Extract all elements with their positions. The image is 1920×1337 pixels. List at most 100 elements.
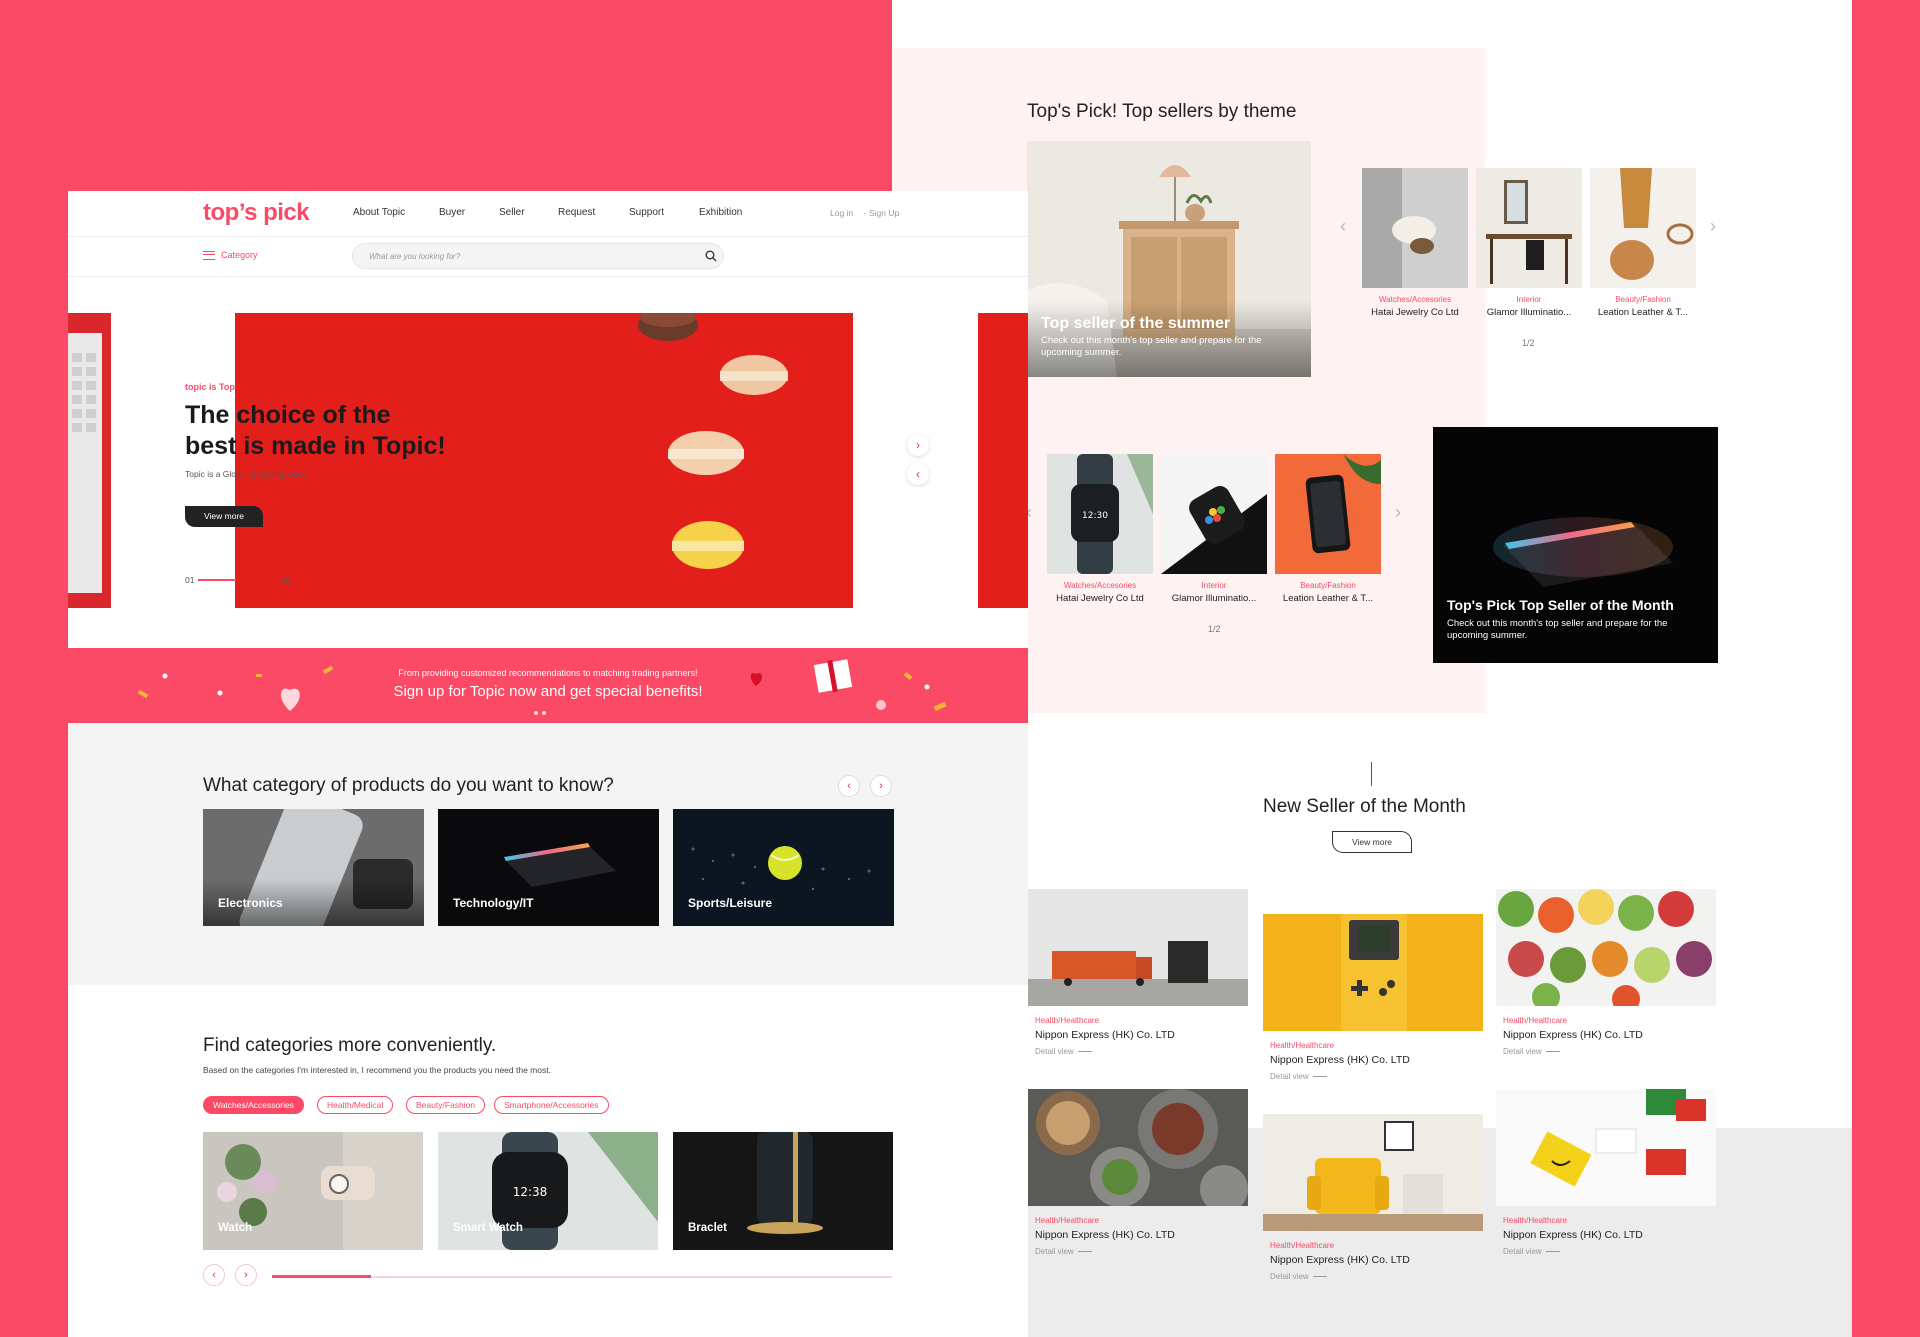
theme-card-category: Beauty/Fashion [1615, 295, 1671, 304]
chevron-left-icon[interactable]: ‹ [1340, 216, 1346, 237]
vegetables-image [1496, 889, 1716, 1006]
arrow-right-icon [1312, 1276, 1327, 1278]
promo-pagination [534, 711, 546, 715]
category-label: Category [221, 250, 258, 260]
category-section-title: What category of products do you want to… [203, 775, 614, 796]
seller-name: Nippon Express (HK) Co. LTD [1270, 1054, 1410, 1066]
hero-page-total: 03 [280, 575, 290, 585]
theme-card[interactable]: Interior Glamor Illuminatio... [1476, 168, 1582, 318]
category-menu-button[interactable]: Category [203, 250, 258, 260]
hero-headline-line-2: best is made in Topic! [185, 432, 446, 460]
seller-detail-link[interactable]: Detail view [1496, 1247, 1716, 1256]
category-section: What category of products do you want to… [68, 723, 1028, 985]
nav-request[interactable]: Request [558, 207, 595, 218]
seller-name: Nippon Express (HK) Co. LTD [1503, 1029, 1643, 1041]
category-label: Sports/Leisure [688, 896, 773, 910]
hero-headline-line-1: The choice of the [185, 401, 391, 429]
toy-blocks-image [1496, 1089, 1716, 1206]
product-card-smart-watch[interactable]: 12:38 Smart Watch [438, 1132, 658, 1250]
category-card-sports[interactable]: Sports/Leisure [673, 809, 894, 926]
seller-card[interactable]: Health/Healthcare Nippon Express (HK) Co… [1496, 889, 1716, 1056]
product-next-button[interactable]: › [235, 1264, 257, 1286]
seller-detail-link[interactable]: Detail view [1028, 1247, 1248, 1256]
product-slider-fill [272, 1275, 372, 1278]
seller-name: Nippon Express (HK) Co. LTD [1035, 1029, 1175, 1041]
hero-next-button[interactable]: › [907, 434, 929, 456]
theme-card-name: Glamor Illuminatio... [1486, 307, 1572, 318]
category-prev-button[interactable]: ‹ [838, 775, 860, 797]
theme-card[interactable]: 12:30 Watches/Accesories Hatai Jewelry C… [1047, 454, 1153, 604]
category-next-button[interactable]: › [870, 775, 892, 797]
feature-month-title: Top's Pick Top Seller of the Month [1447, 597, 1674, 613]
find-section-desc: Based on the categories I'm interested i… [203, 1065, 551, 1075]
login-link[interactable]: Log in [830, 208, 853, 218]
theme-card[interactable]: Beauty/Fashion Leation Leather & T... [1590, 168, 1696, 318]
feature-month-desc: Check out this month's top seller and pr… [1447, 618, 1668, 641]
signup-link[interactable]: Sign Up [869, 208, 899, 218]
theme-card-name: Leation Leather & T... [1282, 593, 1374, 604]
signup-promo-banner[interactable]: From providing customized recommendation… [68, 648, 1028, 723]
shoes-image [1362, 168, 1468, 288]
nav-about[interactable]: About Topic [353, 207, 405, 218]
product-label: Watch [218, 1222, 253, 1234]
hero-view-more-button[interactable]: View more [185, 506, 263, 527]
smartphone-image [1275, 454, 1381, 574]
tab-watches-accessories[interactable]: Watches/Accessories [203, 1096, 304, 1114]
seller-category: Health/Healthcare [1270, 1241, 1335, 1250]
feature-month-card[interactable]: Top's Pick Top Seller of the Month Check… [1433, 427, 1718, 663]
feature-summer-card[interactable]: Top seller of the summer Check out this … [1027, 141, 1311, 377]
tab-beauty-fashion[interactable]: Beauty/Fashion [406, 1096, 486, 1114]
seller-card[interactable]: Health/Healthcare Nippon Express (HK) Co… [1028, 1089, 1248, 1256]
chevron-right-icon[interactable]: › [1710, 216, 1716, 237]
category-card-electronics[interactable]: Electronics [203, 809, 424, 926]
theme-card[interactable]: Interior Glamor Illuminatio... [1161, 454, 1267, 604]
seller-detail-link[interactable]: Detail view [1028, 1047, 1248, 1056]
seller-category: Health/Healthcare [1035, 1216, 1100, 1225]
search-bar-row: Category [68, 237, 1028, 277]
theme-card[interactable]: Beauty/Fashion Leation Leather & T... [1275, 454, 1381, 604]
nav-exhibition[interactable]: Exhibition [699, 207, 742, 218]
truck-warehouse-image [1028, 889, 1248, 1006]
seller-card[interactable]: Health/Healthcare Nippon Express (HK) Co… [1263, 914, 1483, 1081]
seller-category: Health/Healthcare [1503, 1216, 1568, 1225]
nav-buyer[interactable]: Buyer [439, 207, 465, 218]
search-icon[interactable] [705, 250, 717, 262]
seller-card[interactable]: Health/Healthcare Nippon Express (HK) Co… [1028, 889, 1248, 1056]
seller-category: Health/Healthcare [1270, 1041, 1335, 1050]
svg-text:12:38: 12:38 [513, 1185, 548, 1199]
search-input[interactable] [352, 243, 724, 269]
seller-category: Health/Healthcare [1503, 1016, 1568, 1025]
theme-card-name: Glamor Illuminatio... [1171, 593, 1257, 604]
nav-support[interactable]: Support [629, 207, 664, 218]
seller-detail-link[interactable]: Detail view [1496, 1047, 1716, 1056]
find-section-title: Find categories more conveniently. [203, 1035, 497, 1056]
site-logo[interactable]: top’s pick [203, 199, 310, 227]
seller-detail-link[interactable]: Detail view [1263, 1272, 1483, 1281]
apple-watch-image [1161, 454, 1267, 574]
product-card-watch[interactable]: Watch [203, 1132, 423, 1250]
section-divider [1371, 762, 1372, 786]
chevron-right-icon[interactable]: › [1395, 502, 1401, 523]
hero-prev-button[interactable]: ‹ [907, 463, 929, 485]
category-label: Electronics [218, 896, 283, 910]
product-prev-button[interactable]: ‹ [203, 1264, 225, 1286]
arrow-right-icon [1545, 1251, 1560, 1253]
seller-detail-link[interactable]: Detail view [1263, 1072, 1483, 1081]
main-page: top’s pick About Topic Buyer Seller Requ… [68, 191, 1028, 1337]
promo-title: Sign up for Topic now and get special be… [393, 683, 703, 700]
seller-name: Nippon Express (HK) Co. LTD [1270, 1254, 1410, 1266]
theme-card[interactable]: Watches/Accesories Hatai Jewelry Co Ltd [1362, 168, 1468, 318]
category-card-technology[interactable]: Technology/IT [438, 809, 659, 926]
tab-health-medical[interactable]: Health/Medical [317, 1096, 394, 1114]
site-header: top’s pick About Topic Buyer Seller Requ… [68, 191, 1028, 237]
hero-carousel: topic is Top The choice of the best is m… [68, 313, 1028, 608]
hamburger-icon [203, 250, 215, 260]
hero-text-block: topic is Top The choice of the best is m… [185, 382, 485, 527]
product-card-bracelet[interactable]: Braclet [673, 1132, 893, 1250]
new-seller-view-more-button[interactable]: View more [1332, 831, 1412, 853]
nav-seller[interactable]: Seller [499, 207, 525, 218]
seller-card[interactable]: Health/Healthcare Nippon Express (HK) Co… [1496, 1089, 1716, 1256]
hero-description: Topic is a Glob… providing one… [185, 469, 312, 479]
tab-smartphone-accessories[interactable]: Smartphone/Accessories [494, 1096, 609, 1114]
seller-card[interactable]: Health/Healthcare Nippon Express (HK) Co… [1263, 1114, 1483, 1281]
